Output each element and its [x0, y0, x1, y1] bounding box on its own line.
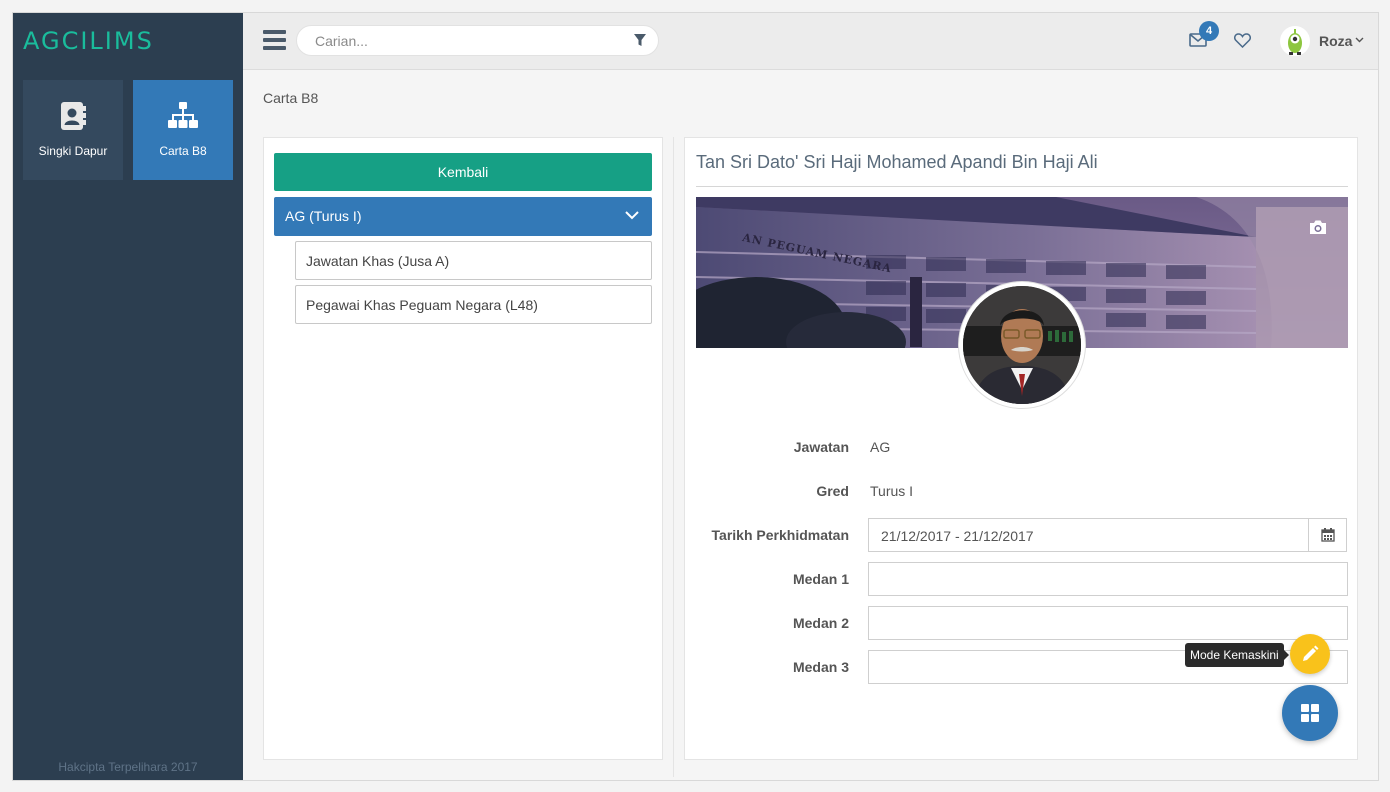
sidebar-tile-singki-dapur[interactable]: Singki Dapur	[23, 80, 123, 180]
pencil-icon	[1303, 645, 1319, 661]
accordion-item-label: Pegawai Khas Peguam Negara (L48)	[306, 297, 538, 313]
search-input[interactable]	[297, 26, 597, 55]
search-box	[296, 25, 659, 56]
notification-badge[interactable]: 4	[1199, 21, 1219, 41]
copyright-text: Hakcipta Terpelihara 2017	[58, 760, 198, 774]
camera-icon[interactable]	[1308, 219, 1328, 235]
sidebar: AGCILIMS Singki Dapur Carta B8 Hakcipta …	[13, 13, 243, 780]
filter-icon[interactable]	[634, 34, 646, 47]
field-value-gred: Turus I	[870, 483, 914, 499]
medan-2-input[interactable]	[868, 606, 1348, 640]
main-menu-fab[interactable]	[1282, 685, 1338, 741]
field-tarikh-perkhidmatan: Tarikh Perkhidmatan 21/12/2017 - 21/12/2…	[685, 518, 1359, 552]
position-tree-panel: Kembali AG (Turus I) Jawatan Khas (Jusa …	[263, 137, 663, 760]
calendar-icon	[1321, 528, 1335, 542]
heart-icon[interactable]	[1234, 33, 1251, 48]
medan-1-input[interactable]	[868, 562, 1348, 596]
field-medan-1: Medan 1	[685, 562, 1359, 596]
org-chart-icon	[168, 102, 198, 128]
calendar-button[interactable]	[1308, 519, 1346, 551]
breadcrumb: Carta B8	[263, 90, 319, 106]
accordion-item-label: Jawatan Khas (Jusa A)	[306, 253, 450, 269]
field-value-jawatan: AG	[870, 439, 891, 455]
profile-name: Tan Sri Dato' Sri Haji Mohamed Apandi Bi…	[696, 152, 1348, 187]
robot-avatar-icon	[1288, 29, 1302, 55]
field-label-medan-3: Medan 3	[792, 659, 849, 675]
accordion-header-ag[interactable]: AG (Turus I)	[274, 197, 652, 236]
field-label-jawatan: Jawatan	[793, 439, 849, 455]
date-range-input[interactable]: 21/12/2017 - 21/12/2017	[868, 518, 1347, 552]
chevron-down-icon[interactable]	[1355, 37, 1364, 43]
field-label-tarikh: Tarikh Perkhidmatan	[711, 527, 849, 543]
field-label-medan-2: Medan 2	[792, 615, 849, 631]
hamburger-menu-icon[interactable]	[263, 30, 286, 50]
panel-divider	[673, 137, 674, 777]
profile-photo[interactable]	[959, 282, 1085, 408]
accordion-header-label: AG (Turus I)	[285, 208, 362, 224]
back-button[interactable]: Kembali	[274, 153, 652, 191]
field-label-gred: Gred	[816, 483, 849, 499]
chevron-down-icon	[625, 211, 639, 220]
date-range-value: 21/12/2017 - 21/12/2017	[881, 528, 1034, 544]
app-logo[interactable]: AGCILIMS	[23, 27, 154, 55]
field-jawatan: Jawatan AG	[685, 430, 1359, 464]
sidebar-tile-carta-b8[interactable]: Carta B8	[133, 80, 233, 180]
field-medan-2: Medan 2	[685, 606, 1359, 640]
user-avatar[interactable]	[1280, 26, 1310, 56]
accordion-item-pegawai-khas[interactable]: Pegawai Khas Peguam Negara (L48)	[295, 285, 652, 324]
topbar: 4 Roza	[243, 13, 1378, 70]
field-label-medan-1: Medan 1	[792, 571, 849, 587]
username[interactable]: Roza	[1319, 33, 1352, 49]
sidebar-tile-label: Singki Dapur	[38, 144, 108, 158]
sidebar-tile-label: Carta B8	[159, 144, 207, 158]
grid-icon	[1301, 704, 1319, 722]
edit-mode-tooltip: Mode Kemaskini	[1185, 643, 1289, 667]
app-window: AGCILIMS Singki Dapur Carta B8 Hakcipta …	[12, 12, 1379, 781]
field-gred: Gred Turus I	[685, 474, 1359, 508]
accordion-item-jawatan-khas[interactable]: Jawatan Khas (Jusa A)	[295, 241, 652, 280]
edit-mode-button[interactable]	[1290, 634, 1330, 674]
contact-book-icon	[61, 102, 86, 130]
profile-portrait-image	[963, 286, 1081, 404]
